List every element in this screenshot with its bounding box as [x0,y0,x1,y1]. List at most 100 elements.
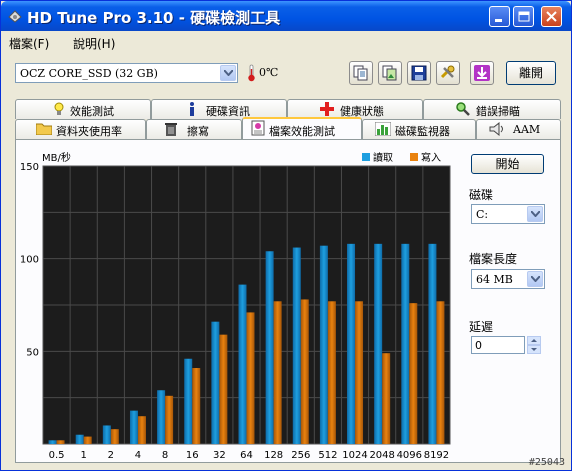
bar-write [327,301,336,444]
app-window: HD Tune Pro 3.10 - 硬碟檢測工具 檔案(F) 說明(H) OC… [0,0,572,471]
y-tick-label: 100 [20,255,39,266]
chevron-down-icon [531,211,540,217]
x-tick-label: 4 [135,450,141,461]
file-length-select[interactable]: 64 MB [471,269,545,289]
info-icon [190,102,194,116]
tab-error-scan[interactable]: 錯誤掃瞄 [423,99,561,119]
bar-write [219,334,228,444]
exit-button[interactable]: 離開 [506,61,556,85]
disk-label: 磁碟 [469,188,494,202]
copy-info-button[interactable] [349,61,373,85]
menu-bar: 檔案(F) 說明(H) [1,32,571,52]
trash-can-icon [165,123,177,136]
temperature-readout: 0℃ [259,66,279,79]
x-tick-label: 4096 [397,450,422,461]
copy-screenshot-button[interactable] [378,61,402,85]
bar-write [409,303,418,444]
drive-select[interactable]: OCZ CORE_SSD (32 GB) [15,63,238,83]
maximize-button[interactable] [513,6,534,27]
tab-info[interactable]: 硬碟資訊 [151,99,287,119]
bar-write [192,368,201,444]
bar-write [165,395,174,444]
disk-select-dropdown-button[interactable] [527,206,543,222]
bar-write [355,301,364,444]
delay-input[interactable]: 0 [471,336,525,354]
close-button[interactable] [541,6,562,27]
spin-down-icon[interactable] [527,345,541,354]
bar-read [129,410,138,444]
maximize-icon [518,11,530,22]
title-bar[interactable]: HD Tune Pro 3.10 - 硬碟檢測工具 [1,1,571,31]
delay-label: 延遲 [469,320,494,334]
x-tick-label: 64 [240,450,253,461]
bar-read [374,243,383,444]
drive-select-dropdown-button[interactable] [220,65,236,81]
tab-benchmark-label: 效能測試 [70,105,114,118]
bar-write [382,353,391,444]
tab-disk-monitor[interactable]: 磁碟監視器 [362,119,476,139]
window-title: HD Tune Pro 3.10 - 硬碟檢測工具 [27,9,281,27]
x-tick-label: 128 [264,450,283,461]
menu-file[interactable]: 檔案(F) [9,35,49,52]
tab-error-scan-label: 錯誤掃瞄 [476,105,520,118]
thermometer-icon [248,64,255,82]
bar-read [292,247,301,444]
x-tick-label: 1 [81,450,87,461]
minimize-icon [495,19,502,22]
file-length-value: 64 MB [476,273,513,286]
bar-read [211,321,220,444]
bar-write [300,299,309,444]
chevron-down-icon [224,70,233,76]
bar-read [238,284,247,444]
bar-read [265,251,274,444]
wrench-screwdriver-icon [440,65,455,79]
bar-write [436,301,445,444]
bar-read [184,358,193,444]
tab-folder-usage[interactable]: 資料夾使用率 [15,119,146,139]
tab-health[interactable]: 健康狀態 [287,99,423,119]
disk-select[interactable]: C: [471,204,545,224]
tab-aam-label: AAM [513,123,541,136]
copy-image-icon [382,65,397,81]
y-axis-label: MB/秒 [42,151,71,164]
start-button[interactable]: 開始 [471,154,544,174]
tab-benchmark[interactable]: 效能測試 [15,99,151,119]
delay-spinner[interactable] [527,336,541,354]
x-tick-label: 8 [162,450,168,461]
toolbar: OCZ CORE_SSD (32 GB) 0℃ 離開 [1,53,571,95]
watermark: #25043 [528,457,565,468]
lightbulb-icon [54,102,64,115]
bar-read [157,390,166,444]
download-button[interactable] [470,61,494,85]
x-tick-label: 256 [291,450,310,461]
bar-read [319,245,328,444]
bar-read [401,243,410,444]
speaker-icon [489,122,503,136]
bar-write [83,436,92,444]
tab-erase[interactable]: 擦寫 [146,119,242,139]
disk-select-value: C: [476,208,489,221]
options-button[interactable] [436,61,460,85]
bar-read [347,243,356,444]
save-button[interactable] [407,61,431,85]
copy-icon [353,65,368,81]
spin-up-icon[interactable] [527,336,541,345]
folder-icon [36,123,52,135]
legend-label: 讀取 [373,151,393,164]
bar-write [273,301,282,444]
delay-value: 0 [475,339,482,352]
transfer-rate-chart: 150 100 50 MB/秒 讀取 寫入 0.5 1 2 4 8 16 32 64 128 256 512 10… [20,151,451,461]
bar-write [137,416,146,444]
bar-read [428,243,437,444]
file-benchmark-icon [251,120,265,136]
menu-help[interactable]: 說明(H) [73,35,115,52]
arrow-down-icon [474,65,490,81]
tab-erase-label: 擦寫 [187,125,209,138]
tab-file-benchmark[interactable]: 檔案效能測試 [242,117,362,139]
file-length-dropdown-button[interactable] [527,271,543,287]
close-icon [546,11,557,22]
bar-write [110,429,119,444]
tab-aam[interactable]: AAM [476,119,561,139]
minimize-button[interactable] [489,6,510,27]
x-tick-label: 2 [108,450,114,461]
